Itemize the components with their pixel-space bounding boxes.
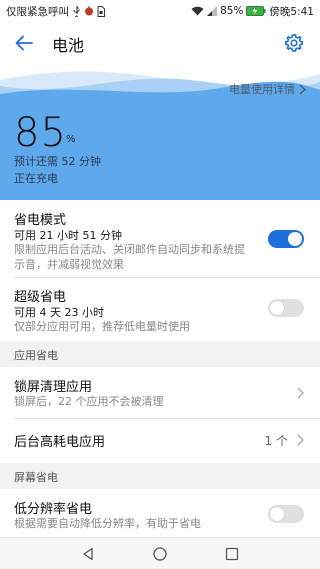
super-saving-desc: 仅部分应用可用，推荐低电量时使用 — [14, 320, 190, 333]
battery-charging-icon — [246, 6, 266, 16]
power-saving-toggle[interactable] — [268, 230, 304, 248]
power-saving-desc: 限制应用后台活动、关闭邮件自动同步和系统提示音，并减弱视觉效果 — [14, 243, 245, 271]
section-screen-saving-label: 屏幕省电 — [14, 471, 58, 484]
app-notification-icon — [84, 6, 94, 16]
nav-recents-button[interactable] — [224, 546, 240, 562]
circle-home-icon — [153, 547, 167, 561]
battery-percent-text: 85% — [220, 5, 244, 17]
page-title: 电池 — [52, 36, 85, 55]
back-arrow-icon — [15, 35, 33, 51]
usage-details-link[interactable]: 电量使用详情 — [229, 81, 306, 97]
super-saving-title: 超级省电 — [14, 290, 67, 305]
usage-details-label: 电量使用详情 — [229, 83, 295, 96]
carrier-status-text: 仅限紧急呼叫 — [6, 5, 69, 18]
toggle-knob — [270, 507, 284, 521]
section-app-saving: 应用省电 — [0, 341, 320, 367]
clock-text: 傍晚5:41 — [269, 5, 314, 18]
wifi-icon — [191, 6, 204, 16]
section-app-saving-label: 应用省电 — [14, 349, 58, 362]
battery-hero: 电量使用详情 85 % 预计还需 52 分钟 正在充电 — [0, 64, 320, 200]
nav-home-button[interactable] — [152, 546, 168, 562]
super-saving-toggle[interactable] — [268, 299, 304, 317]
sim-icon — [97, 5, 105, 17]
settings-button[interactable] — [282, 31, 306, 55]
percent-sign: % — [66, 134, 76, 145]
toggle-knob — [270, 301, 284, 315]
super-saving-row[interactable]: 超级省电 可用 4 天 23 小时 仅部分应用可用，推荐低电量时使用 — [0, 278, 320, 340]
chevron-right-icon — [299, 84, 306, 94]
battery-percent: 85 — [14, 110, 67, 156]
charging-status: 正在充电 — [14, 172, 58, 185]
triangle-back-icon — [83, 547, 93, 561]
power-saving-row[interactable]: 省电模式 可用 21 小时 51 分钟 限制应用后台活动、关闭邮件自动同步和系统… — [0, 200, 320, 278]
back-button[interactable] — [12, 31, 36, 55]
system-nav-bar — [0, 537, 320, 569]
lock-clean-row[interactable]: 锁屏清理应用 锁屏后，22 个应用不会被清理 — [0, 367, 320, 419]
low-resolution-title: 低分辨率省电 — [14, 502, 93, 517]
usb-icon — [72, 5, 81, 17]
status-bar: 仅限紧急呼叫 85% 傍晚5:41 — [0, 0, 320, 22]
status-right: 85% 傍晚5:41 — [191, 4, 314, 19]
background-high-row[interactable]: 后台高耗电应用 1 个 — [0, 419, 320, 461]
low-resolution-row[interactable]: 低分辨率省电 根据需要自动降低分辨率，有助于省电 — [0, 489, 320, 537]
lock-clean-desc: 锁屏后，22 个应用不会被清理 — [14, 395, 164, 408]
low-resolution-toggle[interactable] — [268, 505, 304, 523]
power-saving-available: 可用 21 小时 51 分钟 — [14, 229, 122, 242]
section-screen-saving: 屏幕省电 — [0, 463, 320, 489]
gear-icon — [285, 33, 303, 52]
status-left: 仅限紧急呼叫 — [6, 4, 105, 19]
chevron-right-icon — [297, 387, 304, 399]
remaining-time: 预计还需 52 分钟 — [14, 155, 101, 168]
lock-clean-title: 锁屏清理应用 — [14, 380, 93, 395]
super-saving-available: 可用 4 天 23 小时 — [14, 306, 104, 319]
low-resolution-desc: 根据需要自动降低分辨率，有助于省电 — [14, 517, 201, 530]
square-recents-icon — [225, 547, 239, 561]
background-high-title: 后台高耗电应用 — [14, 435, 106, 450]
toggle-knob — [288, 232, 302, 246]
background-high-count: 1 个 — [264, 434, 288, 448]
app-bar: 电池 — [0, 22, 320, 64]
nav-back-button[interactable] — [80, 546, 96, 562]
power-saving-title: 省电模式 — [14, 213, 67, 228]
signal-icon — [207, 6, 218, 16]
chevron-right-icon — [297, 434, 304, 446]
